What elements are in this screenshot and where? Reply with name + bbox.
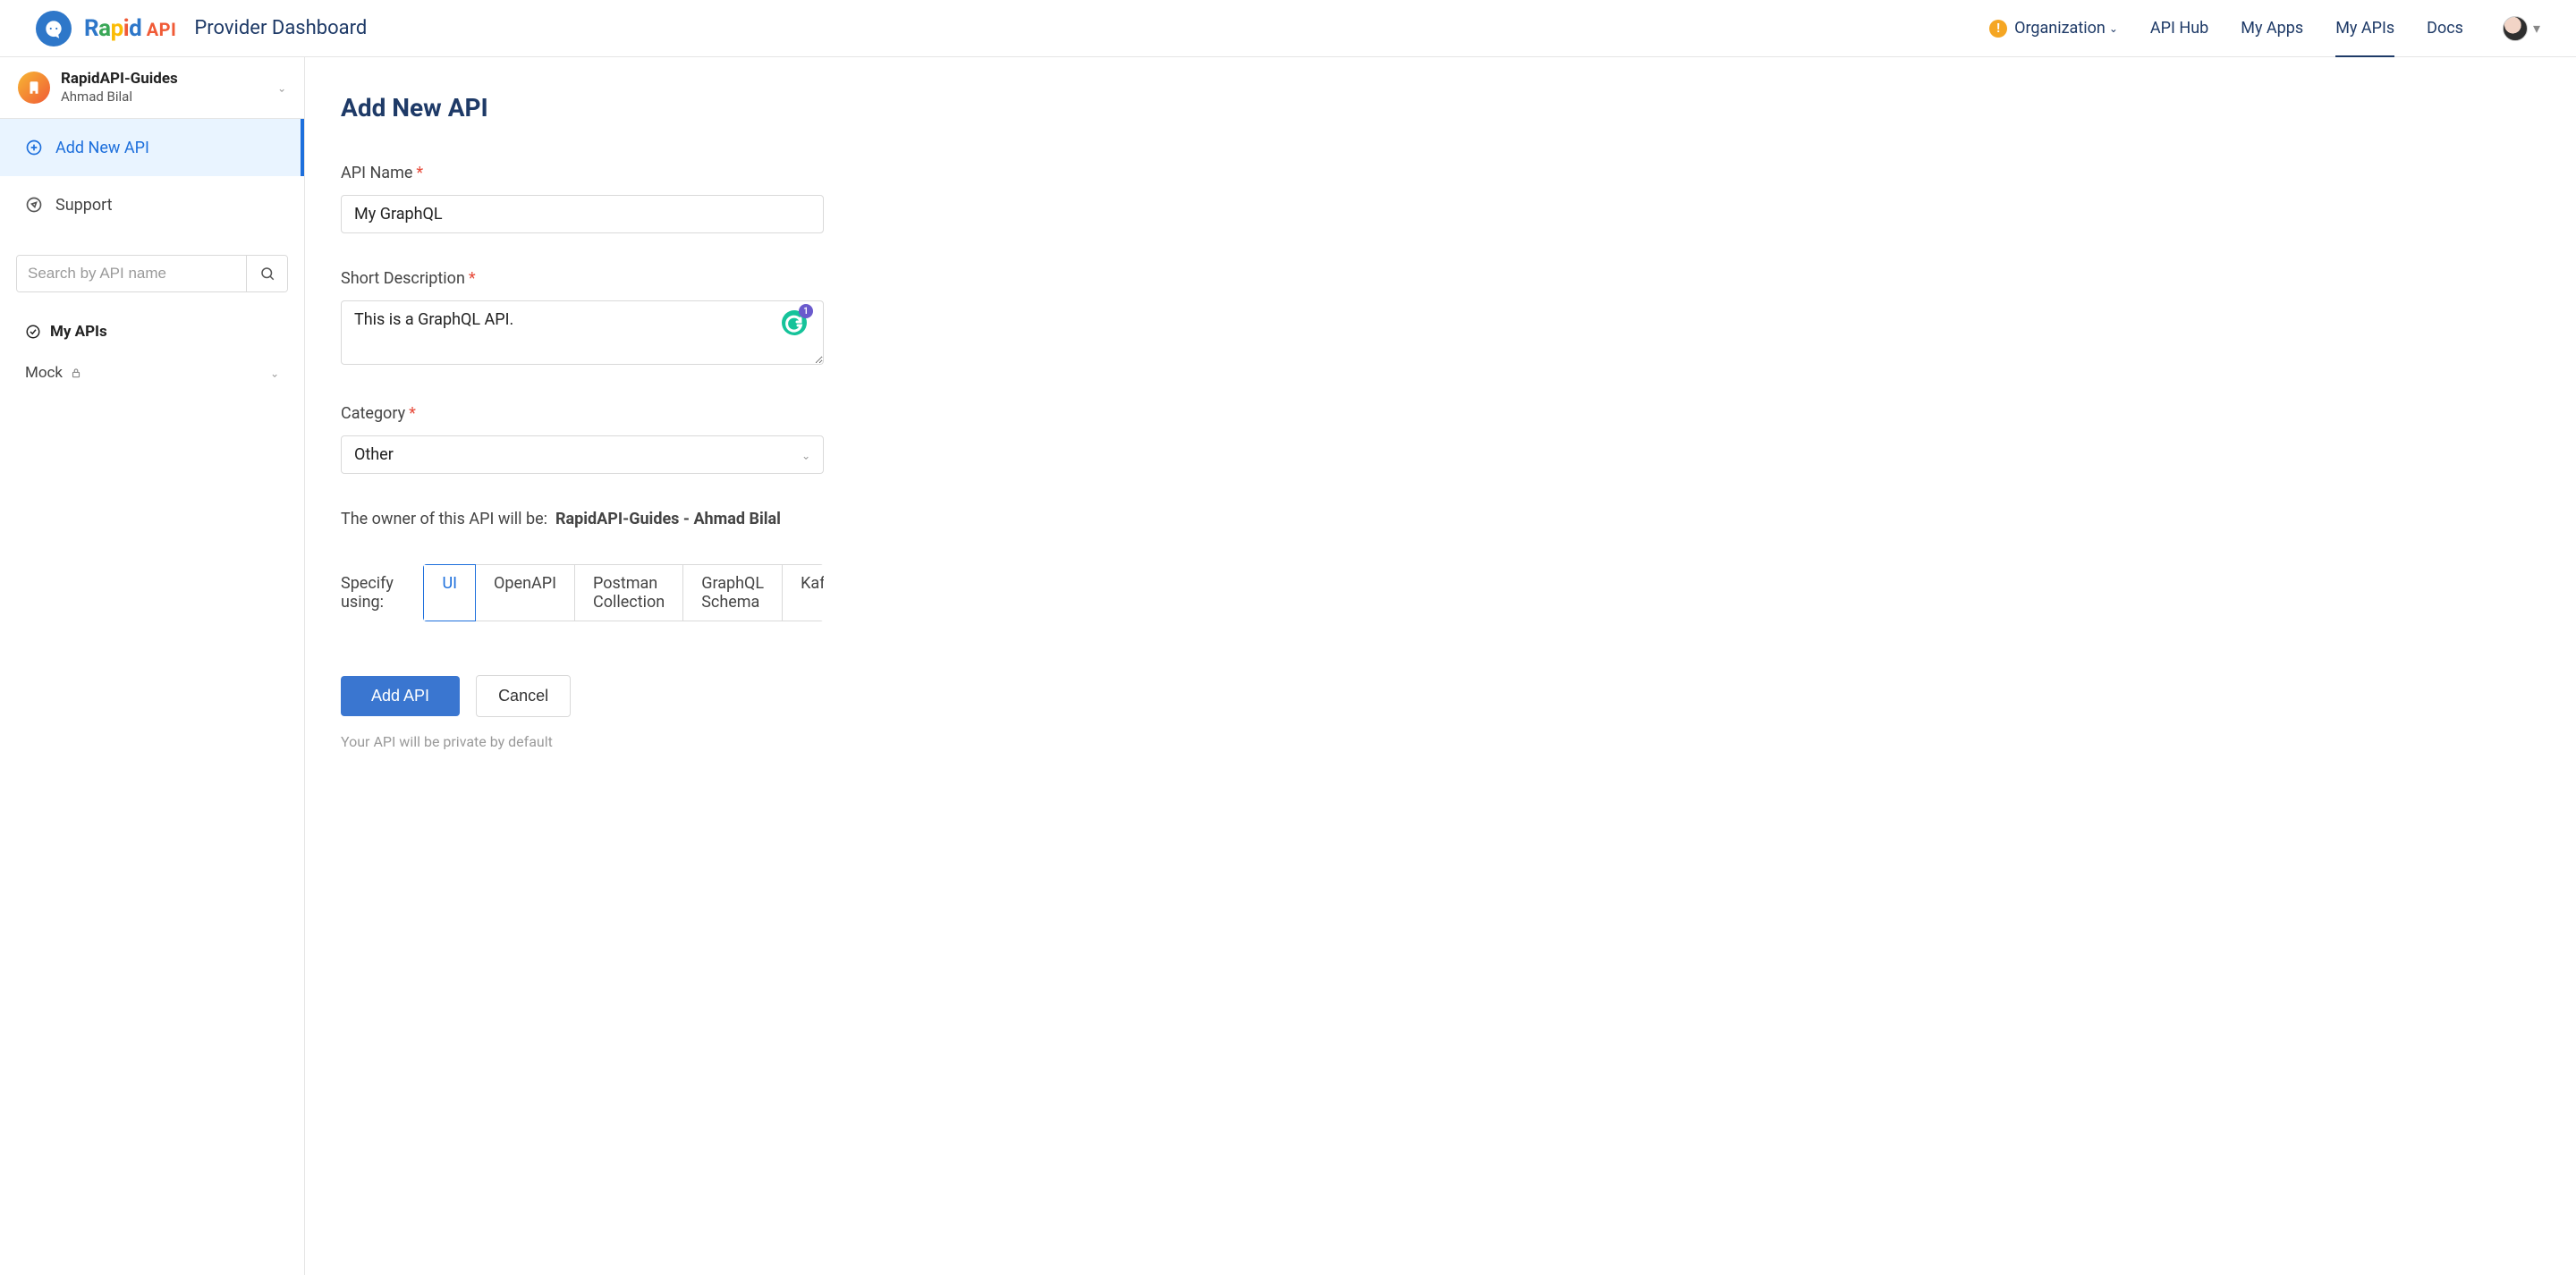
chevron-down-icon: ⌃ bbox=[801, 449, 810, 461]
specify-segmented: UI OpenAPI Postman Collection GraphQL Sc… bbox=[423, 564, 824, 621]
main-content: Add New API API Name* Short Description* bbox=[305, 57, 2576, 1275]
add-api-button[interactable]: Add API bbox=[341, 676, 460, 716]
user-menu[interactable]: ▾ bbox=[2503, 16, 2540, 41]
plus-circle-icon bbox=[25, 139, 43, 156]
search-icon bbox=[259, 266, 275, 282]
avatar bbox=[2503, 16, 2528, 41]
chevron-down-icon: ⌄ bbox=[2109, 22, 2118, 35]
chevron-down-icon: ⌃ bbox=[277, 81, 286, 94]
my-apis-heading: My APIs bbox=[0, 292, 304, 357]
warning-icon: ! bbox=[1989, 20, 2007, 38]
specify-option-kafka[interactable]: Kafka bbox=[783, 564, 824, 621]
sidebar-item-add-new-api[interactable]: Add New API bbox=[0, 119, 304, 176]
cancel-button[interactable]: Cancel bbox=[476, 675, 571, 717]
label-short-desc: Short Description* bbox=[341, 269, 824, 288]
user-name: Ahmad Bilal bbox=[61, 89, 178, 106]
label-category: Category* bbox=[341, 404, 824, 423]
sidebar-item-support[interactable]: Support bbox=[0, 176, 304, 233]
sidebar: RapidAPI-Guides Ahmad Bilal ⌃ Add New AP… bbox=[0, 57, 305, 1275]
tree-item-label: Mock bbox=[25, 364, 63, 382]
privacy-hint: Your API will be private by default bbox=[341, 733, 824, 750]
nav-organization-label: Organization bbox=[2014, 19, 2106, 38]
rapidapi-logo-icon bbox=[36, 11, 72, 46]
select-category-value: Other bbox=[354, 445, 394, 464]
grammarly-icon[interactable]: 1 bbox=[781, 309, 808, 336]
compass-icon bbox=[25, 196, 43, 214]
sidebar-item-label: Support bbox=[55, 196, 113, 215]
page-title: Add New API bbox=[341, 93, 2540, 122]
nav-api-hub[interactable]: API Hub bbox=[2150, 19, 2208, 38]
specify-option-postman[interactable]: Postman Collection bbox=[575, 564, 683, 621]
org-switcher[interactable]: RapidAPI-Guides Ahmad Bilal ⌃ bbox=[0, 57, 304, 119]
chevron-down-icon: ⌃ bbox=[270, 367, 279, 379]
search-input[interactable] bbox=[17, 256, 246, 291]
nav-organization[interactable]: ! Organization ⌄ bbox=[1989, 19, 2118, 38]
grammarly-badge: 1 bbox=[799, 304, 813, 318]
caret-down-icon: ▾ bbox=[2533, 20, 2540, 37]
owner-line: The owner of this API will be: RapidAPI-… bbox=[341, 510, 824, 528]
tree-item-mock[interactable]: Mock ⌃ bbox=[0, 357, 304, 389]
nav-my-apps[interactable]: My Apps bbox=[2241, 19, 2303, 38]
check-circle-icon bbox=[25, 324, 41, 340]
select-category[interactable]: Other ⌃ bbox=[341, 435, 824, 474]
org-name: RapidAPI-Guides bbox=[61, 70, 178, 89]
brand[interactable]: Rapid API Provider Dashboard bbox=[36, 11, 367, 46]
sidebar-item-label: Add New API bbox=[55, 139, 149, 157]
dashboard-title: Provider Dashboard bbox=[194, 17, 367, 39]
input-api-name[interactable] bbox=[341, 195, 824, 233]
owner-value: RapidAPI-Guides - Ahmad Bilal bbox=[555, 510, 781, 528]
search-bar bbox=[16, 255, 288, 292]
nav-docs[interactable]: Docs bbox=[2427, 19, 2463, 38]
top-header: Rapid API Provider Dashboard ! Organizat… bbox=[0, 0, 2576, 57]
label-api-name: API Name* bbox=[341, 164, 824, 182]
search-button[interactable] bbox=[246, 256, 287, 291]
specify-option-openapi[interactable]: OpenAPI bbox=[476, 564, 575, 621]
my-apis-heading-label: My APIs bbox=[50, 323, 107, 341]
specify-label: Specify using: bbox=[341, 574, 411, 612]
input-short-desc[interactable] bbox=[341, 300, 824, 365]
nav-my-apis[interactable]: My APIs bbox=[2335, 19, 2394, 57]
specify-option-ui[interactable]: UI bbox=[423, 564, 476, 621]
lock-icon bbox=[70, 367, 82, 379]
org-icon bbox=[18, 72, 50, 104]
rapidapi-wordmark: Rapid API bbox=[84, 15, 176, 42]
specify-option-graphql[interactable]: GraphQL Schema bbox=[683, 564, 783, 621]
